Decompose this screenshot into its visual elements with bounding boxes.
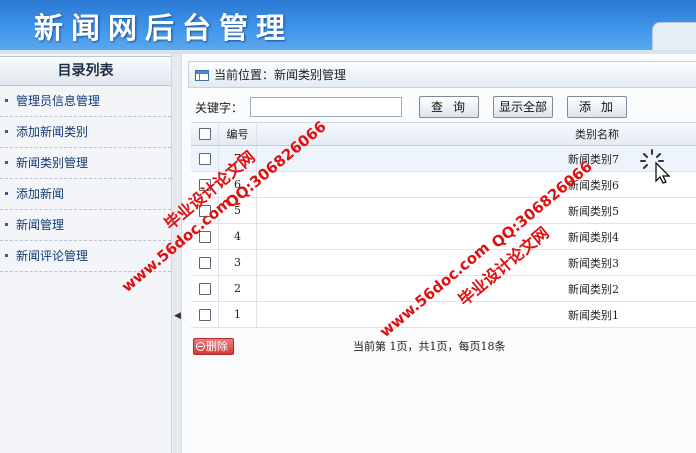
keyword-label: 关键字： (195, 101, 244, 115)
app-header: 新闻网后台管理 (0, 0, 696, 50)
sidebar-splitter[interactable]: ◀ (172, 54, 182, 453)
sidebar-item-label: 添加新闻类别 (16, 125, 89, 139)
header-tab[interactable] (652, 22, 696, 50)
row-name: 新闻类别1 (568, 308, 619, 322)
row-checkbox-cell (191, 276, 219, 301)
bullet-icon (5, 130, 8, 133)
row-checkbox[interactable] (198, 178, 211, 191)
row-name: 新闻类别3 (568, 256, 619, 270)
column-header-name[interactable]: 类别名称 (257, 123, 696, 145)
sidebar-item-label: 添加新闻 (16, 187, 65, 201)
row-checkbox-cell (191, 198, 219, 223)
minus-circle-icon (196, 342, 205, 351)
keyword-input[interactable] (250, 97, 402, 117)
bullet-icon (5, 99, 8, 102)
column-header-id[interactable]: 编号 (219, 123, 257, 145)
main-panel: 当前位置：新闻类别管理 关键字： 查询 显示全部 添加 编号 类别名称 7 新闻… (183, 54, 696, 453)
row-checkbox-cell (191, 250, 219, 275)
row-id: 3 (219, 250, 257, 275)
row-name: 新闻类别7 (568, 152, 619, 166)
sidebar-item-add-news[interactable]: 添加新闻 (0, 179, 171, 210)
row-checkbox-cell (191, 224, 219, 249)
show-all-button[interactable]: 显示全部 (493, 96, 553, 118)
delete-button[interactable]: 删除 (193, 338, 234, 355)
row-checkbox[interactable] (198, 230, 211, 243)
sidebar-item-comment-manage[interactable]: 新闻评论管理 (0, 241, 171, 272)
row-id: 7 (219, 146, 257, 171)
pagination-info: 当前第 1页，共1页，每页18条 (353, 340, 506, 353)
row-checkbox-cell (191, 146, 219, 171)
row-name: 新闻类别5 (568, 204, 619, 218)
row-checkbox[interactable] (198, 152, 211, 165)
table-row[interactable]: 3 新闻类别3 (191, 250, 696, 276)
row-checkbox[interactable] (198, 282, 211, 295)
table-row[interactable]: 4 新闻类别4 (191, 224, 696, 250)
app-title: 新闻网后台管理 (34, 11, 294, 45)
row-id: 6 (219, 172, 257, 197)
bullet-icon (5, 161, 8, 164)
search-bar: 关键字： 查询 显示全部 添加 (195, 95, 695, 119)
sidebar: 目录列表 管理员信息管理 添加新闻类别 新闻类别管理 添加新闻 新闻管理 新闻评… (0, 54, 172, 453)
row-name: 新闻类别4 (568, 230, 619, 244)
sidebar-item-label: 新闻管理 (16, 218, 65, 232)
sidebar-item-category-manage[interactable]: 新闻类别管理 (0, 148, 171, 179)
table-row[interactable]: 6 新闻类别6 (191, 172, 696, 198)
add-button[interactable]: 添加 (567, 96, 627, 118)
bullet-icon (5, 192, 8, 195)
row-checkbox[interactable] (198, 204, 211, 217)
delete-button-label: 删除 (206, 340, 228, 353)
table-header: 编号 类别名称 (191, 123, 696, 146)
row-id: 2 (219, 276, 257, 301)
row-id: 4 (219, 224, 257, 249)
row-checkbox-cell (191, 302, 219, 327)
bullet-icon (5, 254, 8, 257)
row-id: 1 (219, 302, 257, 327)
breadcrumb-text: 当前位置：新闻类别管理 (214, 68, 347, 82)
table-row[interactable]: 2 新闻类别2 (191, 276, 696, 302)
sidebar-item-label: 管理员信息管理 (16, 94, 101, 108)
table-row[interactable]: 7 新闻类别7 (191, 146, 696, 172)
sidebar-item-news-manage[interactable]: 新闻管理 (0, 210, 171, 241)
row-checkbox-cell (191, 172, 219, 197)
row-name: 新闻类别2 (568, 282, 619, 296)
breadcrumb: 当前位置：新闻类别管理 (188, 61, 696, 88)
category-table: 编号 类别名称 7 新闻类别7 6 新闻类别6 5 新闻类别5 4 新闻类别4 … (191, 122, 696, 328)
row-checkbox[interactable] (198, 256, 211, 269)
sidebar-title: 目录列表 (0, 56, 171, 86)
header-checkbox-cell (191, 123, 219, 145)
table-row[interactable]: 5 新闻类别5 (191, 198, 696, 224)
window-icon (195, 70, 209, 81)
collapse-arrow-icon[interactable]: ◀ (174, 312, 181, 321)
search-button[interactable]: 查询 (419, 96, 479, 118)
sidebar-item-admin-info[interactable]: 管理员信息管理 (0, 86, 171, 117)
sidebar-item-label: 新闻评论管理 (16, 249, 89, 263)
row-name: 新闻类别6 (568, 178, 619, 192)
select-all-checkbox[interactable] (198, 128, 211, 140)
sidebar-item-add-category[interactable]: 添加新闻类别 (0, 117, 171, 148)
sidebar-item-label: 新闻类别管理 (16, 156, 89, 170)
bullet-icon (5, 223, 8, 226)
row-checkbox[interactable] (198, 308, 211, 321)
table-row[interactable]: 1 新闻类别1 (191, 302, 696, 328)
row-id: 5 (219, 198, 257, 223)
